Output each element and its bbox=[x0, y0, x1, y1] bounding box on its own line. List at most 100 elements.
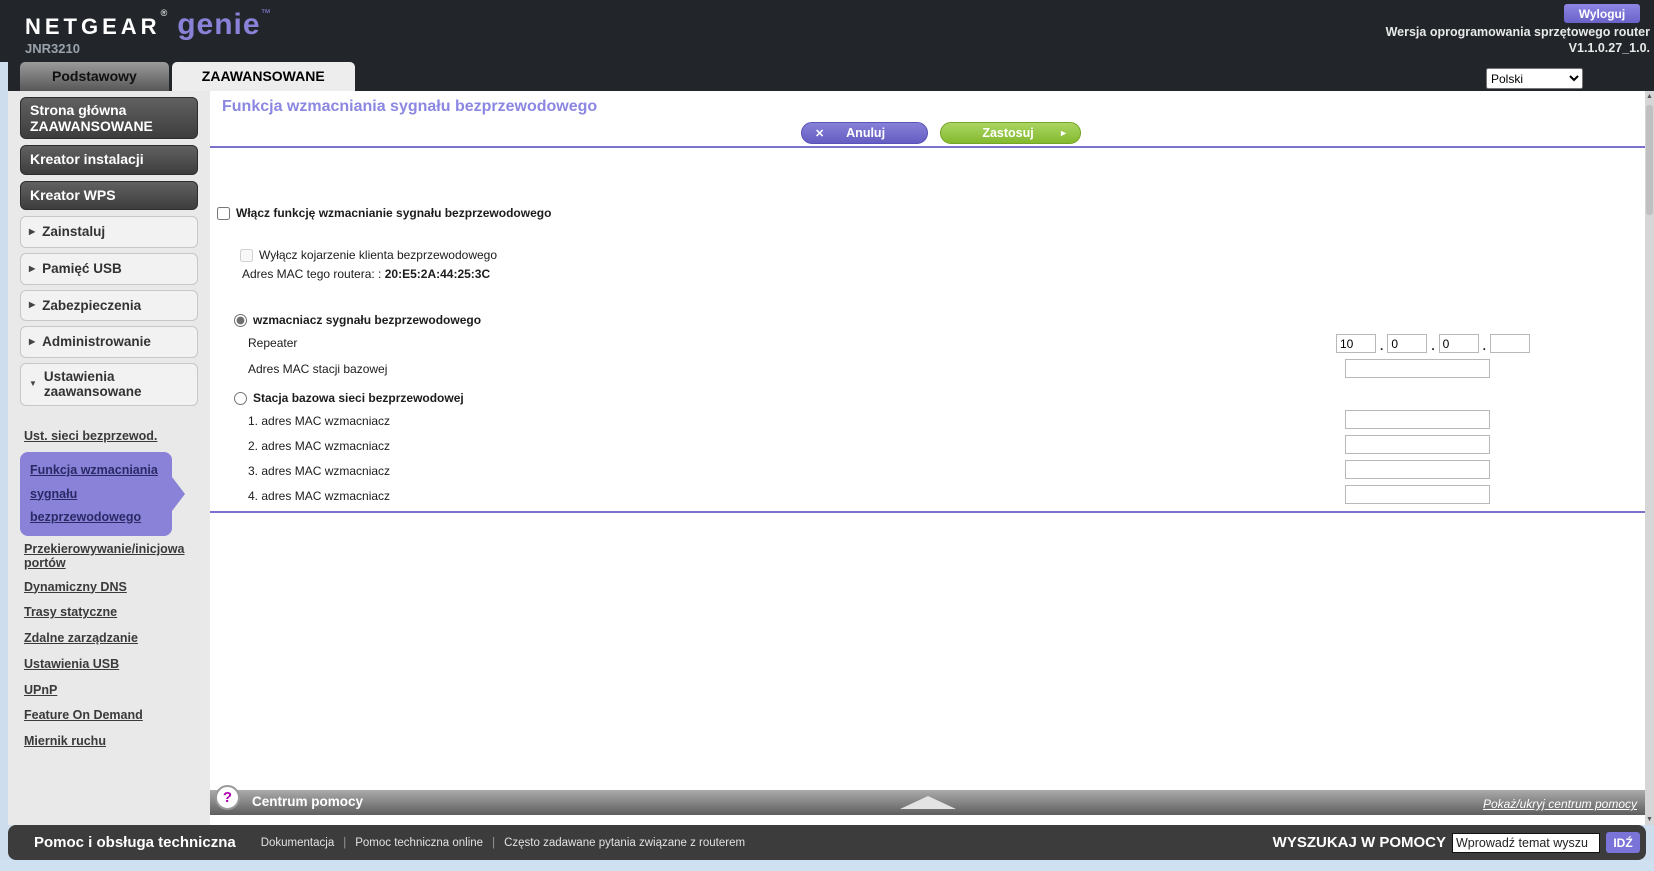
base-mac-label: Adres MAC stacji bazowej bbox=[248, 362, 388, 376]
bottom-strip bbox=[0, 860, 1654, 871]
registered-mark: ® bbox=[160, 8, 168, 18]
router-model-label: JNR3210 bbox=[25, 41, 80, 56]
ip-octet-input-4[interactable] bbox=[1490, 334, 1530, 353]
sidebar-section-zainstaluj[interactable]: ▶ Zainstaluj bbox=[20, 216, 198, 248]
setup-wizard-button[interactable]: Kreator instalacji bbox=[20, 145, 198, 175]
base-mac-input[interactable] bbox=[1345, 359, 1490, 378]
apply-arrow-icon: ► bbox=[1059, 128, 1068, 138]
firmware-version-value: V1.1.0.27_1.0. bbox=[1568, 41, 1650, 56]
sidebar-link-wireless-settings[interactable]: Ust. sieci bezprzewod. bbox=[24, 427, 198, 446]
sidebar-home-button[interactable]: Strona główna ZAAWANSOWANE bbox=[20, 97, 198, 140]
enable-repeating-row: Włącz funkcję wzmacnianie sygnału bezprz… bbox=[217, 206, 551, 220]
sidebar-section-ustawienia-zaawansowane[interactable]: ▼ Ustawienia zaawansowane bbox=[20, 362, 198, 406]
base-mac-row: Adres MAC stacji bazowej bbox=[210, 359, 1645, 383]
ip-octet-input-3[interactable] bbox=[1438, 334, 1479, 353]
language-select[interactable]: Polski bbox=[1486, 68, 1583, 89]
disable-association-checkbox[interactable] bbox=[240, 248, 253, 262]
header-left-notch bbox=[0, 62, 8, 91]
help-toggle-link[interactable]: Pokaż/ukryj centrum pomocy bbox=[1483, 797, 1637, 811]
logout-button[interactable]: Wyloguj bbox=[1564, 4, 1640, 23]
help-search-input[interactable] bbox=[1452, 832, 1600, 853]
footer-bar: Pomoc i obsługa techniczna Dokumentacja … bbox=[8, 825, 1646, 860]
repeating-form: Włącz funkcję wzmacnianie sygnału bezprz… bbox=[210, 148, 1645, 513]
sidebar-section-pamiec-usb[interactable]: ▶ Pamięć USB bbox=[20, 252, 198, 285]
router-admin-page: NETGEAR® genie™ JNR3210 Wyloguj Wersja op… bbox=[0, 0, 1654, 871]
footer-link-online-support[interactable]: Pomoc techniczna online bbox=[346, 837, 492, 849]
sidebar-link-traffic-meter[interactable]: Miernik ruchu bbox=[24, 732, 198, 751]
section-label: Pamięć USB bbox=[42, 260, 122, 276]
apply-button[interactable]: Zastosuj ► bbox=[940, 122, 1081, 144]
help-search-group: WYSZUKAJ W POMOCY IDŹ bbox=[1273, 832, 1640, 853]
repeater-mac-input-4[interactable] bbox=[1345, 485, 1490, 504]
help-question-icon[interactable]: ? bbox=[215, 785, 240, 810]
chevron-down-icon: ▼ bbox=[29, 379, 37, 389]
scrollbar-thumb[interactable] bbox=[1646, 105, 1653, 215]
disable-association-row: Wyłącz kojarzenie klienta bezprzewodoweg… bbox=[240, 248, 497, 262]
base-station-mode-label: Stacja bazowa sieci bezprzewodowej bbox=[253, 391, 464, 405]
help-center-title: Centrum pomocy bbox=[252, 794, 364, 809]
repeater-mac-label-3: 3. adres MAC wzmacniacz bbox=[248, 464, 391, 478]
sidebar-link-usb-settings[interactable]: Ustawienia USB bbox=[24, 655, 198, 674]
footer-link-documentation[interactable]: Dokumentacja bbox=[252, 837, 344, 849]
trademark-mark: ™ bbox=[260, 8, 271, 19]
base-station-mode-radio[interactable] bbox=[234, 391, 247, 405]
repeater-mac-row-1: 1. adres MAC wzmacniacz bbox=[210, 410, 1645, 434]
help-center-bar: ? Centrum pomocy Pokaż/ukryj centrum pom… bbox=[210, 785, 1645, 815]
repeater-mode-radio[interactable] bbox=[234, 313, 247, 327]
sidebar-link-upnp[interactable]: UPnP bbox=[24, 681, 198, 700]
netgear-genie-logo: NETGEAR® genie™ bbox=[25, 8, 271, 42]
ip-separator: . bbox=[1431, 339, 1435, 353]
chevron-right-icon: ▶ bbox=[29, 263, 36, 273]
sidebar-link-static-routes[interactable]: Trasy statyczne bbox=[24, 603, 198, 622]
scroll-up-icon[interactable]: ▲ bbox=[1645, 93, 1654, 100]
home-button-line2: ZAAWANSOWANE bbox=[30, 118, 153, 135]
repeater-ip-inputs: . . . bbox=[1335, 334, 1530, 353]
cancel-button-label: Anuluj bbox=[846, 126, 886, 140]
firmware-version-label: Wersja oprogramowania sprzętowego router bbox=[1385, 25, 1650, 39]
ip-separator: . bbox=[1379, 339, 1384, 353]
repeater-mac-label-4: 4. adres MAC wzmacniacz bbox=[248, 489, 391, 503]
home-button-line1: Strona główna bbox=[30, 102, 127, 118]
repeater-mac-input-3[interactable] bbox=[1345, 460, 1490, 479]
enable-repeating-label: Włącz funkcję wzmacnianie sygnału bezprz… bbox=[236, 206, 552, 220]
main-content: Funkcja wzmacniania sygnału bezprzewodow… bbox=[210, 91, 1645, 825]
base-station-option-row: Stacja bazowa sieci bezprzewodowej bbox=[234, 391, 464, 405]
collapse-panel-icon[interactable] bbox=[899, 796, 956, 809]
enable-repeating-checkbox[interactable] bbox=[217, 206, 230, 220]
repeater-mac-input-2[interactable] bbox=[1345, 435, 1490, 454]
repeater-mac-row-4: 4. adres MAC wzmacniacz bbox=[210, 485, 1645, 509]
sidebar-link-remote-management[interactable]: Zdalne zarządzanie bbox=[24, 629, 198, 648]
wps-wizard-button[interactable]: Kreator WPS bbox=[20, 180, 198, 211]
sidebar-link-dynamic-dns[interactable]: Dynamiczny DNS bbox=[24, 578, 198, 597]
go-button[interactable]: IDŹ bbox=[1606, 832, 1640, 853]
brand-text: NETGEAR bbox=[25, 14, 161, 39]
sidebar-submenu: Ust. sieci bezprzewod. Funkcja wzmacnian… bbox=[20, 411, 198, 751]
tab-basic[interactable]: Podstawowy bbox=[20, 62, 169, 91]
repeater-option-row: wzmacniacz sygnału bezprzewodowego bbox=[234, 313, 481, 327]
sidebar-link-wireless-repeating-active[interactable]: Funkcja wzmacniania sygnału bezprzewodow… bbox=[20, 452, 172, 536]
body: Strona główna ZAAWANSOWANE Kreator insta… bbox=[0, 91, 1654, 825]
cancel-button[interactable]: ✕ Anuluj bbox=[801, 122, 928, 144]
repeater-ip-label: Repeater bbox=[248, 336, 298, 350]
section-label: Zainstaluj bbox=[42, 224, 106, 240]
footer-link-router-faq[interactable]: Często zadawane pytania związane z route… bbox=[495, 837, 754, 849]
section-label: Ustawienia zaawansowane bbox=[43, 368, 142, 400]
tab-advanced[interactable]: ZAAWANSOWANE bbox=[171, 62, 355, 91]
repeater-mac-label-2: 2. adres MAC wzmacniacz bbox=[248, 439, 391, 453]
apply-button-label: Zastosuj bbox=[982, 126, 1034, 140]
ip-octet-input-1[interactable] bbox=[1335, 334, 1376, 353]
chevron-right-icon: ▶ bbox=[29, 227, 36, 237]
scroll-down-icon[interactable]: ▼ bbox=[1645, 816, 1654, 823]
repeater-mac-input-1[interactable] bbox=[1345, 410, 1490, 429]
sidebar-link-port-forwarding[interactable]: Przekierowywanie/inicjowa portów bbox=[24, 542, 198, 571]
router-mac-label: Adres MAC tego routera: : bbox=[242, 267, 382, 281]
repeater-mode-label: wzmacniacz sygnału bezprzewodowego bbox=[253, 313, 482, 327]
sidebar-link-feature-on-demand[interactable]: Feature On Demand bbox=[24, 706, 198, 725]
ip-separator: . bbox=[1482, 339, 1486, 353]
sidebar-section-zabezpieczenia[interactable]: ▶ Zabezpieczenia bbox=[20, 289, 198, 322]
vertical-scrollbar[interactable]: ▲ ▼ bbox=[1645, 91, 1654, 825]
content-header: Funkcja wzmacniania sygnału bezprzewodow… bbox=[210, 91, 1645, 148]
ip-octet-input-2[interactable] bbox=[1387, 334, 1428, 353]
bottom-divider bbox=[210, 511, 1645, 513]
sidebar-section-administrowanie[interactable]: ▶ Administrowanie bbox=[20, 326, 198, 358]
